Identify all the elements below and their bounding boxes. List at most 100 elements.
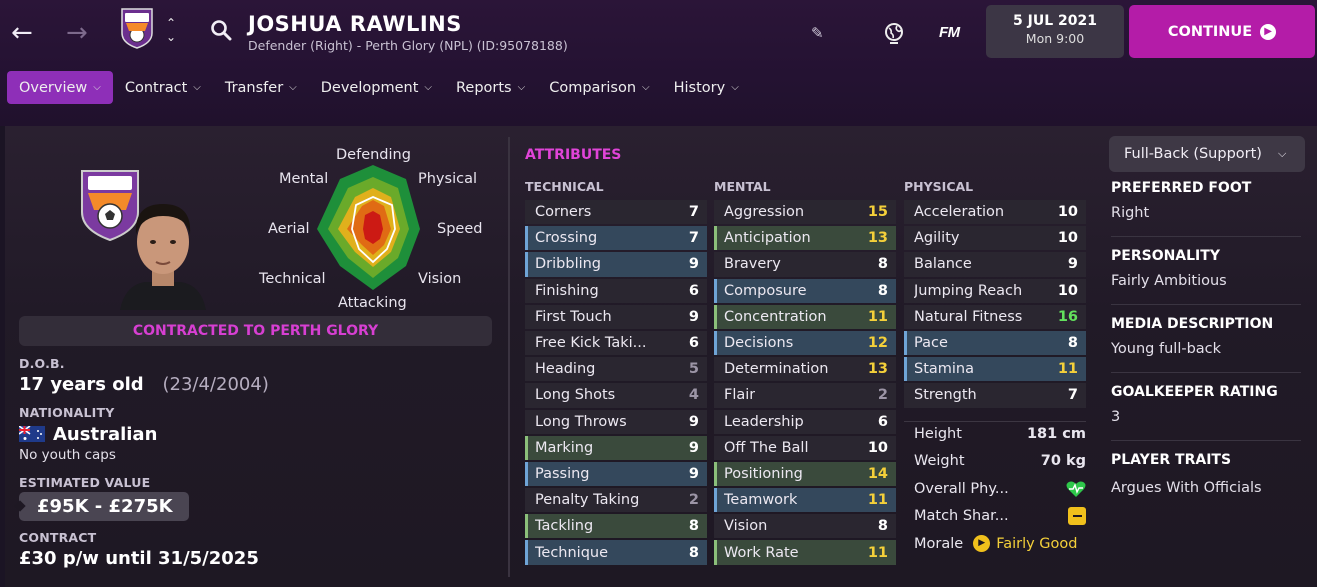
attribute-name: Tackling [535, 518, 594, 535]
attribute-row[interactable]: Off The Ball 10 [714, 435, 896, 460]
attribute-row[interactable]: Determination 13 [714, 357, 896, 382]
overall-condition-row[interactable]: Overall Phy... [914, 480, 1086, 498]
attribute-row[interactable]: First Touch 9 [525, 304, 707, 329]
attribute-name: Crossing [535, 230, 598, 247]
attribute-row[interactable]: Stamina 11 [904, 357, 1086, 382]
tab-development[interactable]: Development ⌵ [309, 71, 444, 104]
club-switch-arrows[interactable]: ⌃ ⌄ [166, 16, 176, 44]
attribute-row[interactable]: Vision 8 [714, 514, 896, 539]
nationality-value[interactable]: Australian [19, 424, 157, 445]
radar-label-technical: Technical [259, 271, 326, 287]
globe-icon[interactable] [882, 21, 906, 45]
attribute-row[interactable]: Natural Fitness 16 [904, 304, 1086, 329]
goalkeeper-rating-value: 3 [1111, 409, 1121, 425]
attribute-row[interactable]: Agility 10 [904, 226, 1086, 251]
attribute-value: 16 [1057, 308, 1078, 325]
attribute-row[interactable]: Acceleration 10 [904, 200, 1086, 225]
attribute-radar[interactable]: Defending Physical Speed Vision Attackin… [255, 145, 495, 311]
attribute-row[interactable]: Long Shots 4 [525, 383, 707, 408]
attribute-name: Teamwork [724, 492, 798, 509]
youth-caps: No youth caps [19, 447, 116, 463]
date-display[interactable]: 5 JUL 2021 Mon 9:00 [986, 5, 1124, 58]
attribute-row[interactable]: Bravery 8 [714, 252, 896, 277]
attribute-value: 8 [688, 544, 699, 561]
attribute-row[interactable]: Concentration 11 [714, 304, 896, 329]
attribute-value: 12 [867, 335, 888, 352]
attribute-row[interactable]: Technique 8 [525, 540, 707, 565]
contract-value[interactable]: £30 p/w until 31/5/2025 [19, 548, 259, 569]
tab-contract[interactable]: Contract ⌵ [113, 71, 213, 104]
continue-button[interactable]: CONTINUE ▶ [1129, 5, 1315, 58]
attribute-value: 7 [688, 204, 699, 221]
fm-logo[interactable]: FM [939, 24, 960, 41]
attribute-row[interactable]: Free Kick Taki... 6 [525, 330, 707, 356]
forward-arrow-icon[interactable]: → [66, 18, 88, 48]
attribute-value: 9 [688, 465, 699, 482]
current-date: 5 JUL 2021 [1013, 13, 1097, 29]
tab-reports[interactable]: Reports ⌵ [444, 71, 537, 104]
attribute-row[interactable]: Decisions 12 [714, 330, 896, 356]
attribute-value: 9 [1067, 256, 1078, 273]
attribute-row[interactable]: Crossing 7 [525, 226, 707, 251]
morale-row[interactable]: Morale ▶ Fairly Good [914, 535, 1086, 552]
attribute-row[interactable]: Jumping Reach 10 [904, 278, 1086, 303]
attribute-row[interactable]: Passing 9 [525, 461, 707, 487]
estimated-value[interactable]: £95K - £275K [14, 492, 189, 521]
match-sharpness-label: Match Shar... [914, 508, 1009, 524]
attribute-row[interactable]: Corners 7 [525, 200, 707, 225]
attribute-name: Acceleration [914, 204, 1005, 221]
attribute-name: Jumping Reach [914, 282, 1023, 299]
attribute-row[interactable]: Leadership 6 [714, 409, 896, 434]
club-crest-icon[interactable] [118, 7, 156, 49]
attribute-name: Marking [535, 439, 594, 456]
tab-label: Development [320, 79, 419, 96]
media-description-label: MEDIA DESCRIPTION [1111, 316, 1274, 332]
attribute-row[interactable]: Heading 5 [525, 357, 707, 382]
tab-history[interactable]: History ⌵ [662, 71, 751, 104]
tab-overview[interactable]: Overview ⌵ [7, 71, 113, 104]
attribute-name: Heading [535, 361, 596, 378]
tab-comparison[interactable]: Comparison ⌵ [537, 71, 661, 104]
tab-bar: Overview ⌵ Contract ⌵ Transfer ⌵ Developmen… [7, 71, 751, 104]
physical-attributes: Acceleration 10 Agility 10 Balance 9 Jumping R… [904, 200, 1086, 410]
nationality-label: NATIONALITY [19, 405, 115, 420]
match-sharpness-row[interactable]: Match Shar... [914, 507, 1086, 525]
attribute-row[interactable]: Composure 8 [714, 278, 896, 303]
attribute-name: Passing [535, 465, 590, 482]
attribute-name: Flair [724, 387, 756, 404]
pencil-icon[interactable]: ✎ [811, 24, 824, 42]
attribute-row[interactable]: Work Rate 11 [714, 540, 896, 565]
attribute-row[interactable]: Finishing 6 [525, 278, 707, 303]
attribute-row[interactable]: Penalty Taking 2 [525, 488, 707, 513]
attribute-row[interactable]: Balance 9 [904, 252, 1086, 277]
player-trait-item[interactable]: Argues With Officials [1111, 480, 1262, 496]
weight-label: Weight [914, 453, 965, 469]
attribute-row[interactable]: Pace 8 [904, 330, 1086, 356]
attribute-value: 10 [867, 439, 888, 456]
attribute-row[interactable]: Strength 7 [904, 383, 1086, 408]
attribute-row[interactable]: Dribbling 9 [525, 252, 707, 277]
role-dropdown[interactable]: Full-Back (Support) ⌵ [1109, 136, 1305, 172]
attribute-row[interactable]: Long Throws 9 [525, 409, 707, 434]
player-subtitle[interactable]: Defender (Right) - Perth Glory (NPL) (ID… [248, 38, 568, 53]
weight-value: 70 kg [1040, 453, 1086, 469]
attribute-value: 8 [877, 518, 888, 535]
attribute-row[interactable]: Anticipation 13 [714, 226, 896, 251]
radar-label-attacking: Attacking [338, 295, 407, 311]
attribute-value: 8 [1067, 335, 1078, 352]
attribute-value: 15 [867, 204, 888, 221]
attribute-row[interactable]: Positioning 14 [714, 461, 896, 487]
attribute-row[interactable]: Marking 9 [525, 435, 707, 460]
back-arrow-icon[interactable]: ← [11, 18, 33, 48]
attribute-row[interactable]: Tackling 8 [525, 514, 707, 539]
chevron-down-icon: ⌵ [289, 82, 297, 93]
attribute-row[interactable]: Flair 2 [714, 383, 896, 408]
attribute-value: 2 [688, 492, 699, 509]
attribute-row[interactable]: Aggression 15 [714, 200, 896, 225]
radar-label-physical: Physical [418, 171, 477, 187]
attribute-row[interactable]: Teamwork 11 [714, 488, 896, 513]
tab-label: Comparison [549, 79, 637, 96]
dob-date: (23/4/2004) [162, 374, 269, 395]
tab-transfer[interactable]: Transfer ⌵ [213, 71, 309, 104]
search-icon[interactable] [210, 19, 232, 41]
